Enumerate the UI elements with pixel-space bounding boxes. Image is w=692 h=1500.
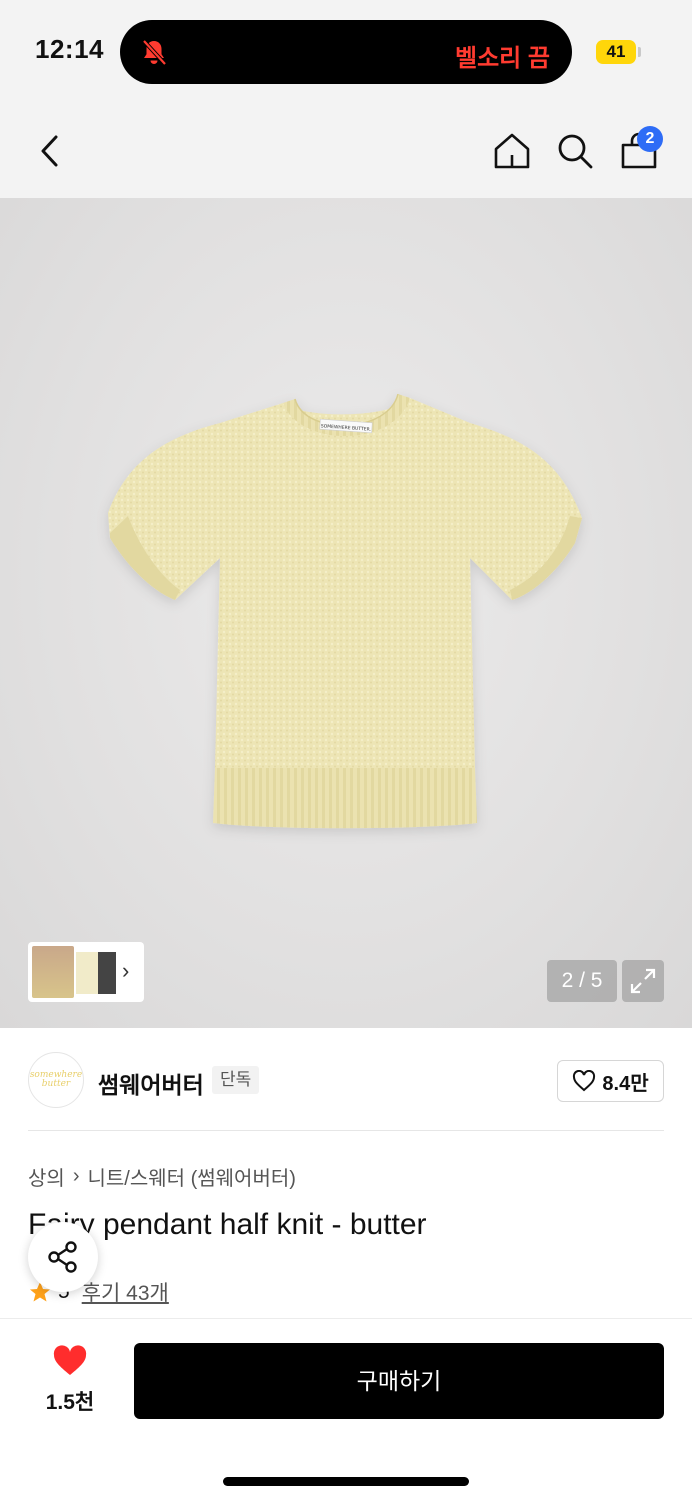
brand-row: somewhere butter 썸웨어버터 단독 8.4만 [0,1028,692,1132]
heart-outline-icon [573,1070,596,1092]
dynamic-island: 벨소리 끔 [120,20,572,84]
brand-like-button[interactable]: 8.4만 [557,1060,664,1102]
chevron-right-icon: › [72,1165,80,1187]
wishlist-count: 1.5천 [45,1391,95,1414]
home-icon [494,133,530,169]
exclusive-badge: 단독 [212,1066,260,1094]
share-icon [48,1241,77,1273]
brand-logo[interactable]: somewhere butter [28,1052,84,1108]
expand-image-button[interactable] [622,960,664,1002]
buy-button[interactable]: 구매하기 [134,1343,664,1419]
wishlist-button[interactable]: 1.5천 [28,1345,112,1416]
image-counter: 2 / 5 [547,960,617,1002]
product-image: SOMEWHERE BUTTER. [108,393,582,829]
bell-slash-icon [142,39,167,66]
back-button[interactable] [28,129,72,173]
top-navigation [0,104,692,198]
home-button[interactable] [490,129,534,173]
share-button[interactable] [28,1222,98,1292]
product-image-gallery[interactable]: SOMEWHERE BUTTER. › 2 / 5 [0,198,692,1028]
brand-like-count: 8.4만 [602,1072,649,1095]
thumbnail-strip[interactable]: › [28,942,144,1002]
brand-name[interactable]: 썸웨어버터 [98,1066,204,1100]
thumbnail-image [98,952,116,994]
chevron-left-icon [41,135,58,167]
status-time: 12:14 [35,34,104,64]
search-icon [558,134,593,169]
thumbnail-image [76,952,98,994]
chevron-right-icon: › [122,958,130,983]
thumbnail-image [32,946,74,998]
divider [28,1130,664,1131]
search-button[interactable] [553,129,597,173]
breadcrumb-item[interactable]: 상의 [28,1162,65,1191]
reviews-link[interactable]: 후기 43개 [82,1277,169,1307]
bottom-action-bar: 1.5천 구매하기 [0,1318,692,1500]
status-bar: 12:14 벨소리 끔 41 [0,0,692,104]
battery-tip [638,47,641,57]
breadcrumb: 상의 › 니트/스웨터 (썸웨어버터) [28,1162,296,1191]
expand-icon [630,968,656,994]
heart-filled-icon [53,1345,87,1375]
silent-mode-label: 벨소리 끔 [455,45,550,72]
breadcrumb-item[interactable]: 니트/스웨터 (썸웨어버터) [87,1162,295,1191]
home-indicator [223,1477,469,1486]
cart-count-badge: 2 [637,126,663,152]
battery-indicator: 41 [596,40,636,64]
